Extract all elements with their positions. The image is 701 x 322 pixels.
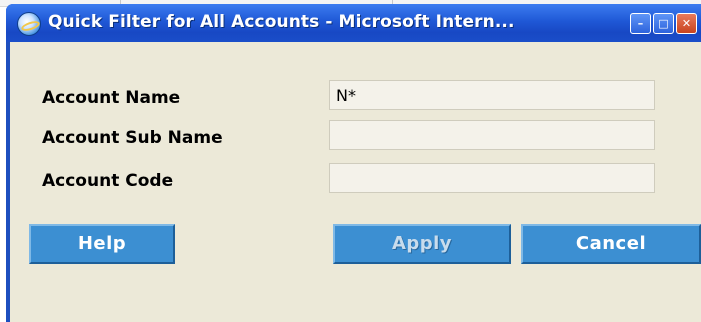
window-title: Quick Filter for All Accounts - Microsof… [48,12,515,32]
account-name-input[interactable] [329,80,655,110]
dialog-body: Account Name Account Sub Name Account Co… [10,42,701,322]
account-name-label: Account Name [42,88,181,108]
account-code-label: Account Code [42,171,174,191]
apply-button[interactable]: Apply [333,224,511,264]
cancel-button[interactable]: Cancel [521,224,701,264]
account-sub-name-input[interactable] [329,120,655,150]
quick-filter-window: Quick Filter for All Accounts - Microsof… [6,4,701,322]
account-sub-name-label: Account Sub Name [42,128,223,148]
minimize-icon[interactable]: – [630,13,651,34]
close-icon[interactable]: ✕ [676,13,697,34]
account-code-input[interactable] [329,163,655,193]
maximize-icon[interactable]: □ [653,13,674,34]
internet-explorer-icon [17,12,41,36]
help-button[interactable]: Help [29,224,175,264]
title-bar[interactable]: Quick Filter for All Accounts - Microsof… [6,4,701,42]
